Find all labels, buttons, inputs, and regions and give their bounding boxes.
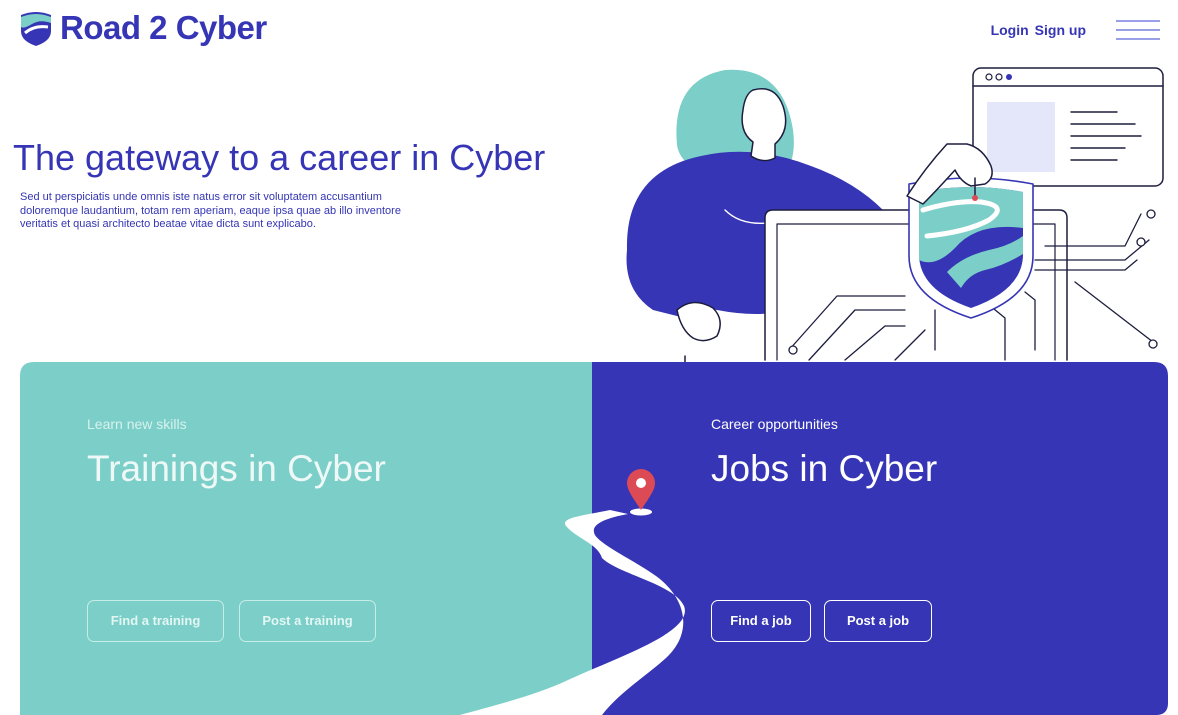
- panels-section: Learn new skills Trainings in Cyber Find…: [20, 362, 1168, 715]
- brand-name: Road 2 Cyber: [60, 9, 267, 46]
- hamburger-menu-icon[interactable]: [1116, 18, 1160, 42]
- jobs-kicker: Career opportunities: [711, 416, 838, 432]
- trainings-title: Trainings in Cyber: [87, 448, 386, 489]
- signup-link[interactable]: Sign up: [1035, 18, 1086, 42]
- post-job-button[interactable]: Post a job: [824, 600, 932, 642]
- trainings-kicker: Learn new skills: [87, 416, 187, 432]
- hero-illustration: [626, 67, 1164, 371]
- hero-title: The gateway to a career in Cyber: [13, 137, 546, 178]
- find-job-button[interactable]: Find a job: [711, 600, 811, 642]
- brand-logo[interactable]: Road 2 Cyber: [18, 8, 267, 48]
- hero-description: Sed ut perspiciatis unde omnis iste natu…: [20, 191, 401, 230]
- trainings-panel: Learn new skills Trainings in Cyber Find…: [20, 362, 592, 715]
- jobs-title: Jobs in Cyber: [711, 448, 938, 489]
- location-pin-icon: [627, 469, 655, 516]
- jobs-panel: Career opportunities Jobs in Cyber Find …: [592, 362, 1168, 715]
- road-shield-icon: [21, 12, 51, 46]
- top-nav: Login Sign up: [985, 18, 1160, 42]
- find-training-button[interactable]: Find a training: [87, 600, 224, 642]
- post-training-button[interactable]: Post a training: [239, 600, 376, 642]
- login-link[interactable]: Login: [991, 18, 1029, 42]
